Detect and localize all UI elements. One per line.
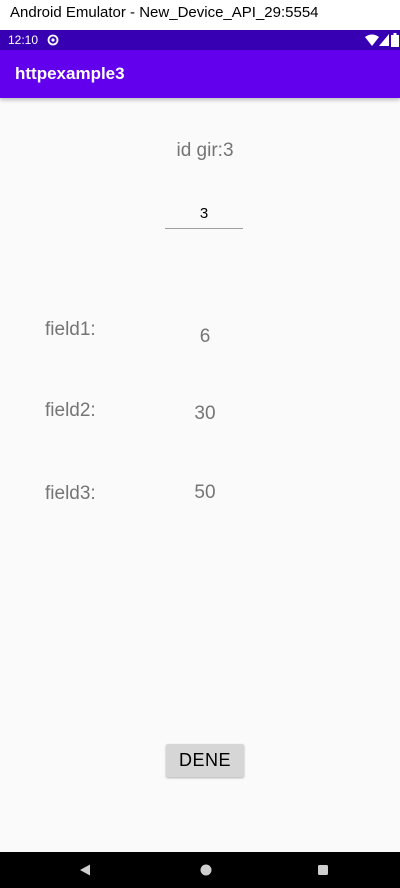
id-prompt-label: id gir:3 xyxy=(176,140,234,161)
field2-label: field2: xyxy=(45,400,96,421)
dene-button[interactable]: DENE xyxy=(166,744,244,777)
battery-icon xyxy=(391,33,399,47)
field2-value: 30 xyxy=(194,403,216,424)
home-icon[interactable] xyxy=(199,863,213,877)
field3-value: 50 xyxy=(194,482,216,503)
window-titlebar: Android Emulator - New_Device_API_29:555… xyxy=(0,0,400,30)
status-bar: 12:10 xyxy=(0,30,400,50)
app-bar: httpexample3 xyxy=(0,50,400,98)
id-input[interactable] xyxy=(165,198,243,229)
navigation-bar xyxy=(0,852,400,888)
window-title: Android Emulator - New_Device_API_29:555… xyxy=(10,4,319,21)
back-icon[interactable] xyxy=(78,863,92,877)
wifi-icon xyxy=(365,34,379,46)
signal-icon xyxy=(379,34,389,46)
app-title: httpexample3 xyxy=(15,64,125,83)
sync-icon xyxy=(47,34,59,46)
field1-value: 6 xyxy=(199,326,211,347)
recents-icon[interactable] xyxy=(316,863,330,877)
status-time: 12:10 xyxy=(8,33,39,47)
field3-label: field3: xyxy=(45,483,96,504)
field1-label: field1: xyxy=(45,319,96,340)
device-screen: 12:10 httpexample3 id gir:3 field1: 6 fi… xyxy=(0,30,400,888)
